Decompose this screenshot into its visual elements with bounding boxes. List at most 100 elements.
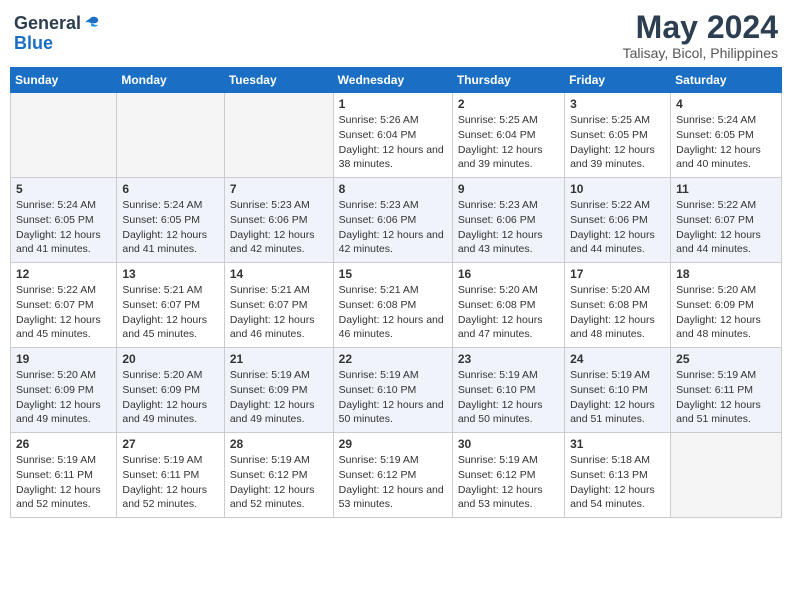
day-info: Sunrise: 5:19 AMSunset: 6:12 PMDaylight:… <box>230 454 315 510</box>
day-number: 23 <box>458 352 559 366</box>
day-info: Sunrise: 5:19 AMSunset: 6:10 PMDaylight:… <box>570 369 655 425</box>
calendar-cell: 7 Sunrise: 5:23 AMSunset: 6:06 PMDaylight… <box>224 178 333 263</box>
day-number: 3 <box>570 97 665 111</box>
day-number: 14 <box>230 267 328 281</box>
day-info: Sunrise: 5:24 AMSunset: 6:05 PMDaylight:… <box>122 199 207 255</box>
calendar-cell: 25 Sunrise: 5:19 AMSunset: 6:11 PMDayligh… <box>671 348 782 433</box>
day-number: 24 <box>570 352 665 366</box>
header-friday: Friday <box>565 68 671 93</box>
calendar-cell: 5Sunrise: 5:24 AMSunset: 6:05 PMDaylight… <box>11 178 117 263</box>
day-number: 25 <box>676 352 776 366</box>
calendar-cell: 19 Sunrise: 5:20 AMSunset: 6:09 PMDayligh… <box>11 348 117 433</box>
calendar-cell: 27 Sunrise: 5:19 AMSunset: 6:11 PMDayligh… <box>117 433 224 518</box>
week-row-4: 19 Sunrise: 5:20 AMSunset: 6:09 PMDayligh… <box>11 348 782 433</box>
calendar-cell <box>671 433 782 518</box>
day-number: 20 <box>122 352 218 366</box>
day-number: 18 <box>676 267 776 281</box>
day-info: Sunrise: 5:23 AMSunset: 6:06 PMDaylight:… <box>458 199 543 255</box>
calendar-cell: 16 Sunrise: 5:20 AMSunset: 6:08 PMDayligh… <box>452 263 564 348</box>
day-number: 15 <box>339 267 447 281</box>
day-info: Sunrise: 5:22 AMSunset: 6:07 PMDaylight:… <box>16 284 101 340</box>
day-info: Sunrise: 5:20 AMSunset: 6:08 PMDaylight:… <box>458 284 543 340</box>
logo: General Blue <box>14 14 100 54</box>
day-number: 27 <box>122 437 218 451</box>
calendar-cell <box>117 93 224 178</box>
day-number: 6 <box>122 182 218 196</box>
calendar-cell: 18 Sunrise: 5:20 AMSunset: 6:09 PMDayligh… <box>671 263 782 348</box>
calendar-cell: 1 Sunrise: 5:26 AMSunset: 6:04 PMDaylight… <box>333 93 452 178</box>
day-number: 13 <box>122 267 218 281</box>
calendar-cell: 6 Sunrise: 5:24 AMSunset: 6:05 PMDaylight… <box>117 178 224 263</box>
calendar-cell <box>11 93 117 178</box>
day-number: 7 <box>230 182 328 196</box>
calendar-cell: 10 Sunrise: 5:22 AMSunset: 6:06 PMDayligh… <box>565 178 671 263</box>
day-number: 11 <box>676 182 776 196</box>
day-number: 12 <box>16 267 111 281</box>
day-info: Sunrise: 5:19 AMSunset: 6:10 PMDaylight:… <box>339 369 444 425</box>
day-info: Sunrise: 5:23 AMSunset: 6:06 PMDaylight:… <box>230 199 315 255</box>
day-number: 17 <box>570 267 665 281</box>
day-info: Sunrise: 5:19 AMSunset: 6:12 PMDaylight:… <box>339 454 444 510</box>
page-header: General Blue May 2024 Talisay, Bicol, Ph… <box>10 10 782 61</box>
calendar-cell: 23 Sunrise: 5:19 AMSunset: 6:10 PMDayligh… <box>452 348 564 433</box>
week-row-2: 5Sunrise: 5:24 AMSunset: 6:05 PMDaylight… <box>11 178 782 263</box>
week-row-5: 26Sunrise: 5:19 AMSunset: 6:11 PMDayligh… <box>11 433 782 518</box>
day-number: 19 <box>16 352 111 366</box>
day-number: 8 <box>339 182 447 196</box>
calendar-cell: 8 Sunrise: 5:23 AMSunset: 6:06 PMDaylight… <box>333 178 452 263</box>
day-info: Sunrise: 5:19 AMSunset: 6:11 PMDaylight:… <box>676 369 761 425</box>
calendar-cell: 21 Sunrise: 5:19 AMSunset: 6:09 PMDayligh… <box>224 348 333 433</box>
day-info: Sunrise: 5:24 AMSunset: 6:05 PMDaylight:… <box>676 114 761 170</box>
calendar-cell: 17 Sunrise: 5:20 AMSunset: 6:08 PMDayligh… <box>565 263 671 348</box>
header-sunday: Sunday <box>11 68 117 93</box>
day-number: 16 <box>458 267 559 281</box>
calendar-cell: 20 Sunrise: 5:20 AMSunset: 6:09 PMDayligh… <box>117 348 224 433</box>
day-number: 28 <box>230 437 328 451</box>
calendar-cell: 2 Sunrise: 5:25 AMSunset: 6:04 PMDaylight… <box>452 93 564 178</box>
day-info: Sunrise: 5:18 AMSunset: 6:13 PMDaylight:… <box>570 454 655 510</box>
header-saturday: Saturday <box>671 68 782 93</box>
day-number: 30 <box>458 437 559 451</box>
day-info: Sunrise: 5:23 AMSunset: 6:06 PMDaylight:… <box>339 199 444 255</box>
calendar-cell: 12 Sunrise: 5:22 AMSunset: 6:07 PMDayligh… <box>11 263 117 348</box>
day-info: Sunrise: 5:26 AMSunset: 6:04 PMDaylight:… <box>339 114 444 170</box>
day-number: 31 <box>570 437 665 451</box>
calendar-cell: 4Sunrise: 5:24 AMSunset: 6:05 PMDaylight… <box>671 93 782 178</box>
week-row-1: 1 Sunrise: 5:26 AMSunset: 6:04 PMDaylight… <box>11 93 782 178</box>
day-info: Sunrise: 5:25 AMSunset: 6:04 PMDaylight:… <box>458 114 543 170</box>
calendar-cell: 31 Sunrise: 5:18 AMSunset: 6:13 PMDayligh… <box>565 433 671 518</box>
day-info: Sunrise: 5:21 AMSunset: 6:07 PMDaylight:… <box>230 284 315 340</box>
day-info: Sunrise: 5:22 AMSunset: 6:06 PMDaylight:… <box>570 199 655 255</box>
day-info: Sunrise: 5:19 AMSunset: 6:09 PMDaylight:… <box>230 369 315 425</box>
logo-text-line2: Blue <box>14 34 53 54</box>
day-info: Sunrise: 5:20 AMSunset: 6:08 PMDaylight:… <box>570 284 655 340</box>
calendar-cell <box>224 93 333 178</box>
day-info: Sunrise: 5:19 AMSunset: 6:10 PMDaylight:… <box>458 369 543 425</box>
day-info: Sunrise: 5:24 AMSunset: 6:05 PMDaylight:… <box>16 199 101 255</box>
day-info: Sunrise: 5:21 AMSunset: 6:08 PMDaylight:… <box>339 284 444 340</box>
day-info: Sunrise: 5:20 AMSunset: 6:09 PMDaylight:… <box>16 369 101 425</box>
day-info: Sunrise: 5:20 AMSunset: 6:09 PMDaylight:… <box>676 284 761 340</box>
title-block: May 2024 Talisay, Bicol, Philippines <box>623 10 778 61</box>
day-number: 10 <box>570 182 665 196</box>
subtitle: Talisay, Bicol, Philippines <box>623 45 778 61</box>
day-info: Sunrise: 5:19 AMSunset: 6:11 PMDaylight:… <box>122 454 207 510</box>
day-info: Sunrise: 5:20 AMSunset: 6:09 PMDaylight:… <box>122 369 207 425</box>
day-info: Sunrise: 5:19 AMSunset: 6:12 PMDaylight:… <box>458 454 543 510</box>
calendar-cell: 29 Sunrise: 5:19 AMSunset: 6:12 PMDayligh… <box>333 433 452 518</box>
day-number: 2 <box>458 97 559 111</box>
calendar-cell: 9Sunrise: 5:23 AMSunset: 6:06 PMDaylight… <box>452 178 564 263</box>
header-wednesday: Wednesday <box>333 68 452 93</box>
day-number: 21 <box>230 352 328 366</box>
calendar-cell: 15 Sunrise: 5:21 AMSunset: 6:08 PMDayligh… <box>333 263 452 348</box>
day-info: Sunrise: 5:25 AMSunset: 6:05 PMDaylight:… <box>570 114 655 170</box>
calendar-cell: 13Sunrise: 5:21 AMSunset: 6:07 PMDayligh… <box>117 263 224 348</box>
main-title: May 2024 <box>623 10 778 45</box>
calendar-cell: 3 Sunrise: 5:25 AMSunset: 6:05 PMDaylight… <box>565 93 671 178</box>
day-number: 1 <box>339 97 447 111</box>
day-number: 29 <box>339 437 447 451</box>
day-info: Sunrise: 5:22 AMSunset: 6:07 PMDaylight:… <box>676 199 761 255</box>
calendar-table: SundayMondayTuesdayWednesdayThursdayFrid… <box>10 67 782 518</box>
calendar-header-row: SundayMondayTuesdayWednesdayThursdayFrid… <box>11 68 782 93</box>
header-tuesday: Tuesday <box>224 68 333 93</box>
